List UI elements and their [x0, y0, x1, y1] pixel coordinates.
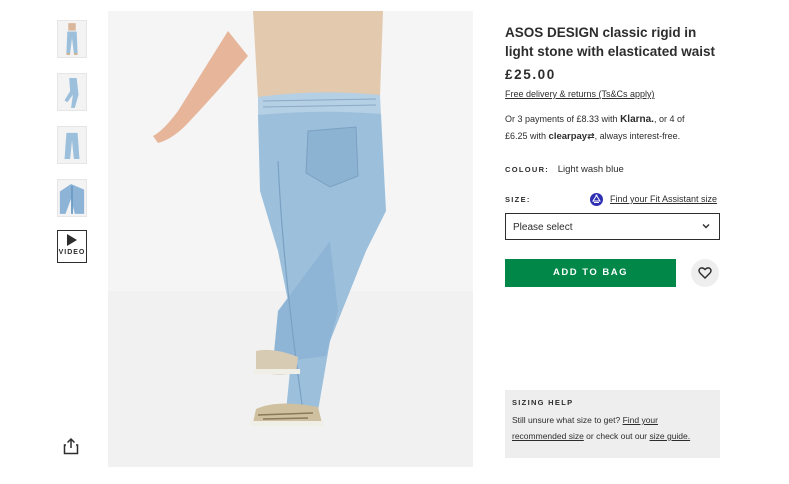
thumbnail-image-4[interactable] — [57, 179, 87, 217]
product-price: £25.00 — [505, 67, 556, 82]
product-photo — [108, 11, 473, 467]
payment-text-4: , always interest-free. — [594, 131, 681, 141]
clearpay-logo: clearpay — [548, 131, 588, 142]
add-to-bag-button[interactable]: ADD TO BAG — [505, 259, 676, 287]
fit-assistant-icon[interactable] — [590, 193, 603, 206]
sizing-help-prefix: Still unsure what size to get? — [512, 415, 623, 425]
thumbnail-image-2[interactable] — [57, 73, 87, 111]
video-label: VIDEO — [58, 249, 86, 256]
fit-assistant-link[interactable]: Find your Fit Assistant size — [610, 194, 717, 204]
delivery-returns-link[interactable]: Free delivery & returns (Ts&Cs apply) — [505, 89, 655, 99]
sizing-help-heading: SIZING HELP — [512, 398, 574, 407]
thumbnail-photo-side — [58, 74, 86, 110]
video-thumbnail[interactable]: VIDEO — [57, 230, 87, 263]
size-label: SIZE: — [505, 195, 531, 204]
thumbnail-photo-flat — [58, 127, 86, 163]
size-select-value: Please select — [513, 222, 573, 233]
thumbnail-image-3[interactable] — [57, 126, 87, 164]
play-icon — [67, 234, 77, 246]
sizing-help-box: SIZING HELP Still unsure what size to ge… — [505, 390, 720, 458]
size-select[interactable]: Please select — [505, 213, 720, 240]
clearpay-icon: ⇄ — [587, 131, 595, 141]
colour-label: COLOUR: — [505, 165, 550, 174]
sizing-help-text: Still unsure what size to get? Find your… — [512, 412, 713, 444]
colour-row: COLOUR: Light wash blue — [505, 164, 624, 175]
main-product-image[interactable] — [108, 11, 473, 467]
payment-options: Or 3 payments of £8.33 with Klarna., or … — [505, 111, 721, 145]
heart-icon — [698, 267, 712, 279]
thumbnail-image-1[interactable] — [57, 20, 87, 58]
thumbnail-photo-detail — [58, 180, 86, 216]
product-title: ASOS DESIGN classic rigid in light stone… — [505, 25, 716, 59]
payment-text-1: Or 3 payments of £8.33 with — [505, 114, 621, 124]
sizing-help-middle: or check out our — [583, 431, 650, 441]
klarna-logo: Klarna. — [620, 114, 654, 125]
colour-value: Light wash blue — [557, 164, 624, 175]
size-guide-link[interactable]: size guide. — [649, 431, 690, 441]
save-for-later-button[interactable] — [691, 259, 719, 287]
size-row: SIZE: Find your Fit Assistant size — [505, 193, 721, 207]
payment-text-3: £6.25 with — [505, 131, 549, 141]
payment-text-2: , or 4 of — [653, 114, 685, 124]
chevron-down-icon — [702, 224, 710, 229]
thumbnail-photo-front — [58, 21, 86, 57]
share-icon[interactable] — [63, 437, 79, 455]
